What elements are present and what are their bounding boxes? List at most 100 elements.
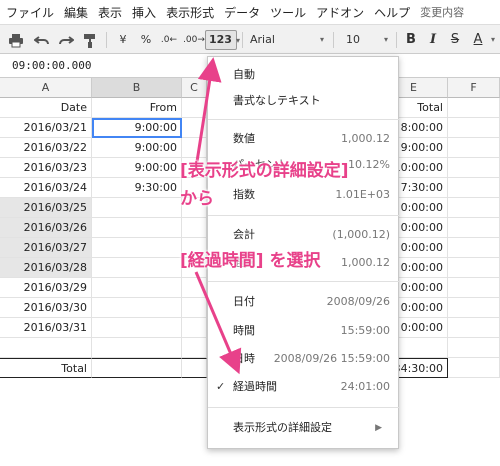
cell-c[interactable]: [182, 318, 207, 338]
decrease-decimal-button[interactable]: .0←: [158, 30, 180, 50]
menu-divider: [208, 215, 400, 216]
cell-f[interactable]: [448, 198, 500, 218]
font-size-select[interactable]: 10 ▾: [346, 30, 388, 50]
cell-blank[interactable]: [182, 338, 207, 358]
cell-c[interactable]: [182, 138, 207, 158]
italic-button[interactable]: I: [426, 30, 440, 50]
cell-blank[interactable]: [92, 338, 182, 358]
cell-f[interactable]: [448, 318, 500, 338]
cell-from[interactable]: [92, 318, 182, 338]
cell-from[interactable]: [92, 278, 182, 298]
format-item-accounting[interactable]: 会計 (1,000.12): [208, 223, 400, 247]
cell-date[interactable]: 2016/03/24: [0, 178, 92, 198]
cell-date[interactable]: 2016/03/31: [0, 318, 92, 338]
format-item-scientific[interactable]: 指数 1.01E+03: [208, 183, 400, 207]
redo-icon[interactable]: [58, 30, 76, 50]
cell-from[interactable]: 9:00:00: [92, 158, 182, 178]
menu-file[interactable]: ファイル: [6, 4, 54, 21]
menu-divider: [208, 407, 400, 408]
format-item-datetime[interactable]: 日時 2008/09/26 15:59:00: [208, 347, 400, 371]
menu-addons[interactable]: アドオン: [316, 4, 364, 21]
cell-date[interactable]: 2016/03/26: [0, 218, 92, 238]
column-header-f[interactable]: F: [448, 78, 500, 98]
number-format-button[interactable]: 123 ▾: [205, 30, 240, 50]
cell-f[interactable]: [448, 118, 500, 138]
format-item-time[interactable]: 時間 15:59:00: [208, 319, 400, 343]
cell-c-header[interactable]: [182, 98, 207, 118]
cell-f[interactable]: [448, 218, 500, 238]
cell-f-header[interactable]: [448, 98, 500, 118]
format-item-number[interactable]: 数値 1,000.12: [208, 127, 400, 151]
format-item-date[interactable]: 日付 2008/09/26: [208, 290, 400, 314]
column-header-c[interactable]: C: [182, 78, 207, 98]
change-history-link[interactable]: 変更内容: [420, 4, 464, 20]
cell-f[interactable]: [448, 238, 500, 258]
paint-format-icon[interactable]: [83, 30, 99, 50]
cell-date[interactable]: 2016/03/23: [0, 158, 92, 178]
print-icon[interactable]: [8, 30, 26, 50]
strikethrough-button[interactable]: S: [448, 30, 462, 50]
font-select[interactable]: Arial ▾: [250, 30, 330, 50]
cell-c[interactable]: [182, 298, 207, 318]
menu-format[interactable]: 表示形式: [166, 4, 214, 21]
toolbar-divider: [333, 32, 334, 48]
cell-date[interactable]: 2016/03/29: [0, 278, 92, 298]
cell-b-header[interactable]: From: [92, 98, 182, 118]
format-item-label: 自動: [233, 68, 255, 81]
cell-f[interactable]: [448, 138, 500, 158]
cell-blank[interactable]: [0, 338, 92, 358]
chevron-down-icon: ▾: [319, 35, 324, 44]
annotation-line-3: [経過時間] を選択: [180, 251, 321, 271]
cell-total-f[interactable]: [448, 358, 500, 378]
cell-f[interactable]: [448, 258, 500, 278]
cell-date[interactable]: 2016/03/21: [0, 118, 92, 138]
cell-c[interactable]: [182, 118, 207, 138]
cell-c[interactable]: [182, 278, 207, 298]
cell-from[interactable]: [92, 238, 182, 258]
cell-f[interactable]: [448, 158, 500, 178]
cell-f[interactable]: [448, 278, 500, 298]
cell-c[interactable]: [182, 218, 207, 238]
cell-from[interactable]: [92, 298, 182, 318]
menu-view[interactable]: 表示: [98, 4, 122, 21]
menu-data[interactable]: データ: [224, 4, 260, 21]
font-size-value: 10: [346, 33, 360, 46]
cell-date[interactable]: 2016/03/30: [0, 298, 92, 318]
cell-a-header[interactable]: Date: [0, 98, 92, 118]
cell-total-c[interactable]: [182, 358, 207, 378]
text-color-button[interactable]: A: [470, 30, 486, 50]
cell-blank[interactable]: [448, 338, 500, 358]
cell-from[interactable]: [92, 258, 182, 278]
cell-date[interactable]: 2016/03/28: [0, 258, 92, 278]
menu-tools[interactable]: ツール: [270, 4, 306, 21]
menu-edit[interactable]: 編集: [64, 4, 88, 21]
cell-f[interactable]: [448, 298, 500, 318]
undo-icon[interactable]: [34, 30, 52, 50]
menu-insert[interactable]: 挿入: [132, 4, 156, 21]
cell-date[interactable]: 2016/03/22: [0, 138, 92, 158]
cell-from[interactable]: [92, 218, 182, 238]
cell-from[interactable]: 9:30:00: [92, 178, 182, 198]
cell-total-label[interactable]: Total: [0, 358, 92, 378]
column-header-a[interactable]: A: [0, 78, 92, 98]
format-item-duration[interactable]: ✓ 経過時間 24:01:00: [208, 375, 400, 399]
cell-from[interactable]: [92, 198, 182, 218]
format-item-more-formats[interactable]: 表示形式の詳細設定 ▶: [208, 416, 400, 440]
chevron-down-icon[interactable]: ▾: [488, 30, 498, 50]
format-item-automatic[interactable]: 自動: [208, 63, 400, 87]
chevron-down-icon: ▾: [383, 35, 388, 44]
cell-total-b[interactable]: [92, 358, 182, 378]
menu-help[interactable]: ヘルプ: [374, 4, 410, 21]
cell-f[interactable]: [448, 178, 500, 198]
increase-decimal-button[interactable]: .00→: [182, 30, 206, 50]
active-cell[interactable]: 9:00:00: [92, 118, 182, 138]
percent-button[interactable]: %: [138, 30, 154, 50]
format-item-label: 表示形式の詳細設定: [233, 421, 332, 434]
cell-date[interactable]: 2016/03/27: [0, 238, 92, 258]
column-header-b[interactable]: B: [92, 78, 182, 98]
cell-from[interactable]: 9:00:00: [92, 138, 182, 158]
cell-date[interactable]: 2016/03/25: [0, 198, 92, 218]
currency-button[interactable]: ¥: [116, 30, 130, 50]
format-item-plain-text[interactable]: 書式なしテキスト: [208, 89, 400, 113]
bold-button[interactable]: B: [404, 30, 418, 50]
